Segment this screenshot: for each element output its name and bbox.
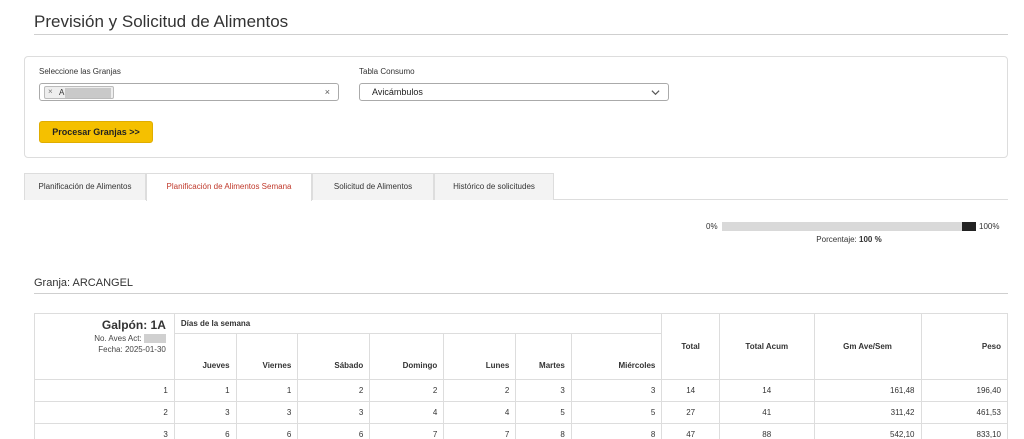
cell-day: 7 <box>369 423 445 439</box>
cell-gm: 311,42 <box>813 401 922 424</box>
cell-week: 2 <box>34 401 175 424</box>
cell-day: 5 <box>570 401 663 424</box>
col-domingo: Domingo <box>369 333 445 380</box>
consumption-value: Avicámbulos <box>372 87 423 97</box>
cell-day: 3 <box>173 401 237 424</box>
progress-caption: Porcentaje: 100 % <box>722 235 976 244</box>
cell-total: 27 <box>661 401 720 424</box>
cell-day: 3 <box>235 401 299 424</box>
cell-day: 8 <box>570 423 663 439</box>
cell-day: 1 <box>173 379 237 402</box>
progress-caption-prefix: Porcentaje: <box>816 235 857 244</box>
col-lunes: Lunes <box>443 333 517 380</box>
progress-caption-value: 100 % <box>859 235 882 244</box>
cell-day: 8 <box>515 423 572 439</box>
title-divider <box>34 34 1008 35</box>
table-row: 1 1 1 2 2 2 3 3 14 14 161,48 196,40 <box>34 379 1008 402</box>
farms-select[interactable]: × A × <box>39 83 339 101</box>
aves-label: No. Aves Act: <box>94 334 142 343</box>
consumption-label: Tabla Consumo <box>359 67 415 76</box>
filter-panel: Seleccione las Granjas × A × Tabla Consu… <box>24 56 1008 158</box>
cell-day: 6 <box>235 423 299 439</box>
chip-redaction <box>65 88 111 98</box>
col-jueves: Jueves <box>173 333 237 380</box>
cell-day: 4 <box>369 401 445 424</box>
cell-gm: 161,48 <box>813 379 922 402</box>
chevron-down-icon <box>651 90 660 96</box>
cell-total-acum: 14 <box>718 379 815 402</box>
tab-historico[interactable]: Histórico de solicitudes <box>434 173 554 200</box>
col-martes: Martes <box>515 333 572 380</box>
weekly-planning-table: Galpón: 1A No. Aves Act: Fecha: 2025-01-… <box>34 313 1008 439</box>
col-miercoles: Miércoles <box>570 333 663 380</box>
fecha-label: Fecha: 2025-01-30 <box>98 345 166 355</box>
progress-bar <box>722 222 976 231</box>
cell-peso: 196,40 <box>920 379 1008 402</box>
cell-day: 6 <box>173 423 237 439</box>
progress-fill-cap <box>962 222 976 231</box>
cell-day: 2 <box>297 379 371 402</box>
cell-day: 1 <box>235 379 299 402</box>
cell-day: 6 <box>297 423 371 439</box>
cell-peso: 461,53 <box>920 401 1008 424</box>
cell-day: 4 <box>443 401 517 424</box>
table-row: 2 3 3 3 4 4 5 5 27 41 311,42 461,53 <box>34 401 1008 424</box>
cell-total-acum: 88 <box>718 423 815 439</box>
chip-remove-icon[interactable]: × <box>48 87 53 96</box>
farms-label: Seleccione las Granjas <box>39 67 121 76</box>
days-header: Días de la semana <box>173 313 663 334</box>
progress-end-label: 100% <box>979 222 1000 231</box>
cell-peso: 833,10 <box>920 423 1008 439</box>
progress-start-label: 0% <box>706 222 718 231</box>
chip-label: A <box>59 88 65 97</box>
col-total-acum: Total Acum <box>718 313 815 380</box>
cell-day: 3 <box>570 379 663 402</box>
cell-total: 14 <box>661 379 720 402</box>
cell-week: 3 <box>34 423 175 439</box>
tab-planificacion-semana[interactable]: Planificación de Alimentos Semana <box>146 173 312 201</box>
clear-selection-icon[interactable]: × <box>325 87 330 97</box>
cell-total: 47 <box>661 423 720 439</box>
farm-divider <box>34 293 1008 294</box>
tab-bar: Planificación de Alimentos Planificación… <box>24 173 1008 201</box>
process-farms-button[interactable]: Procesar Granjas >> <box>39 121 153 143</box>
col-viernes: Viernes <box>235 333 299 380</box>
page-title: Previsión y Solicitud de Alimentos <box>34 12 289 31</box>
cell-day: 5 <box>515 401 572 424</box>
cell-week: 1 <box>34 379 175 402</box>
consumption-select[interactable]: Avicámbulos <box>359 83 669 101</box>
galpon-info-cell: Galpón: 1A No. Aves Act: Fecha: 2025-01-… <box>34 313 175 380</box>
cell-gm: 542,10 <box>813 423 922 439</box>
aves-redaction <box>143 334 166 344</box>
table-row: 3 6 6 6 7 7 8 8 47 88 542,10 833,10 <box>34 423 1008 439</box>
tab-solicitud[interactable]: Solicitud de Alimentos <box>312 173 434 200</box>
farm-chip[interactable]: × A <box>44 86 114 99</box>
cell-total-acum: 41 <box>718 401 815 424</box>
cell-day: 2 <box>369 379 445 402</box>
cell-day: 3 <box>515 379 572 402</box>
col-total: Total <box>661 313 720 380</box>
col-gm-ave-sem: Gm Ave/Sem <box>813 313 922 380</box>
tab-planificacion[interactable]: Planificación de Alimentos <box>24 173 146 200</box>
col-sabado: Sábado <box>297 333 371 380</box>
col-peso: Peso <box>920 313 1008 380</box>
cell-day: 3 <box>297 401 371 424</box>
cell-day: 2 <box>443 379 517 402</box>
aves-line: No. Aves Act: <box>43 334 166 344</box>
galpon-title: Galpón: 1A <box>101 318 166 332</box>
cell-day: 7 <box>443 423 517 439</box>
farm-title: Granja: ARCANGEL <box>34 277 134 289</box>
